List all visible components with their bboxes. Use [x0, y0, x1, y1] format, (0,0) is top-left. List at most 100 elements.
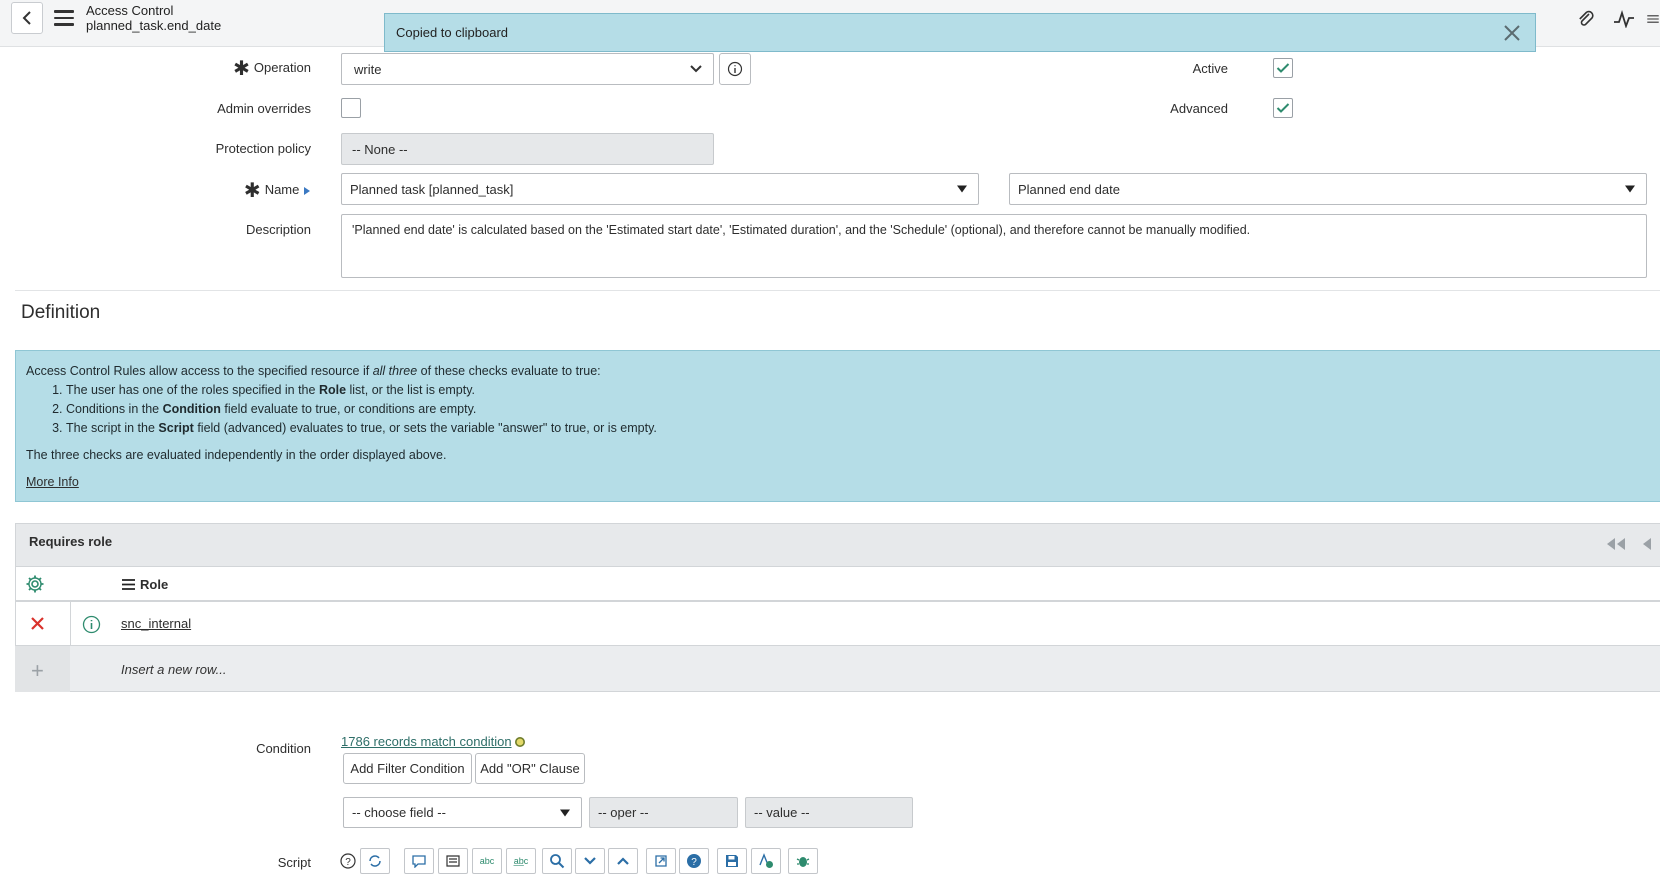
- protection-policy-label: Protection policy: [215, 141, 311, 156]
- active-label: Active: [1192, 61, 1228, 76]
- checkmark-icon: [1276, 63, 1290, 73]
- description-value: 'Planned end date' is calculated based o…: [352, 223, 1251, 237]
- advanced-checkbox[interactable]: [1273, 98, 1293, 118]
- help-circle-icon[interactable]: ?: [679, 848, 709, 874]
- save-icon[interactable]: [717, 848, 747, 874]
- fullscreen-icon[interactable]: [646, 848, 676, 874]
- oper-select: -- oper --: [589, 797, 738, 828]
- chevron-down-icon: [690, 65, 702, 73]
- role-column-header[interactable]: Role: [122, 577, 168, 592]
- cell-divider: [70, 602, 71, 646]
- first-page-icon[interactable]: [1604, 537, 1628, 554]
- choose-field-value: -- choose field --: [352, 805, 446, 820]
- info-button[interactable]: [719, 53, 751, 85]
- plus-icon[interactable]: +: [31, 658, 44, 684]
- column-menu-icon[interactable]: [122, 579, 135, 590]
- role-link[interactable]: snc_internal: [121, 616, 191, 631]
- name-label: ✱ Name: [140, 179, 311, 202]
- triangle-right-icon[interactable]: [303, 186, 311, 196]
- svg-text:?: ?: [345, 857, 351, 868]
- settings-sliders-icon[interactable]: [1646, 8, 1660, 30]
- role-value[interactable]: snc_internal: [121, 616, 191, 631]
- record-type: Access Control: [86, 3, 174, 18]
- svg-text:?: ?: [691, 857, 697, 868]
- table-row: [15, 602, 1660, 646]
- script-check-icon[interactable]: [751, 848, 781, 874]
- operation-label: ✱ Operation: [233, 57, 311, 80]
- required-icon: ✱: [233, 57, 250, 80]
- admin-overrides-checkbox[interactable]: [341, 98, 361, 118]
- requires-role-title: Requires role: [29, 534, 113, 549]
- definition-note: The three checks are evaluated independe…: [26, 448, 447, 462]
- section-divider: [15, 290, 1660, 291]
- description-label: Description: [245, 222, 311, 237]
- protection-policy-field: -- None --: [341, 133, 714, 165]
- definition-info-box: Access Control Rules allow access to the…: [15, 350, 1660, 502]
- description-textarea[interactable]: 'Planned end date' is calculated based o…: [341, 214, 1647, 278]
- definition-list: The user has one of the roles specified …: [26, 381, 1654, 438]
- info-icon: [727, 61, 743, 77]
- caret-down-icon: [1625, 185, 1635, 193]
- delete-icon[interactable]: [30, 616, 45, 634]
- chevron-down-icon[interactable]: [575, 848, 605, 874]
- role-table-header: [15, 567, 1660, 602]
- list-item: The script in the Script field (advanced…: [66, 419, 1654, 438]
- replace-all-icon[interactable]: a̲b̲c: [506, 848, 536, 874]
- condition-label: Condition: [256, 741, 311, 756]
- list-item: The user has one of the roles specified …: [66, 381, 1654, 400]
- search-icon[interactable]: [542, 848, 572, 874]
- list-item: Conditions in the Condition field evalua…: [66, 400, 1654, 419]
- add-filter-condition-button[interactable]: Add Filter Condition: [343, 753, 472, 784]
- name-table-value: Planned task [planned_task]: [350, 181, 514, 197]
- definition-intro: Access Control Rules allow access to the…: [26, 364, 601, 378]
- operation-value: write: [354, 61, 382, 77]
- toast-message: Copied to clipboard: [396, 25, 509, 40]
- activity-icon[interactable]: [1610, 8, 1638, 30]
- info-icon[interactable]: [82, 615, 101, 637]
- chevron-up-icon[interactable]: [608, 848, 638, 874]
- condition-match: 1786 records match condition: [341, 734, 526, 749]
- refresh-icon[interactable]: [514, 736, 526, 748]
- back-button[interactable]: [11, 2, 43, 34]
- help-icon[interactable]: ?: [340, 853, 356, 872]
- comment-icon[interactable]: [404, 848, 434, 874]
- gear-icon[interactable]: [25, 574, 45, 597]
- caret-down-icon: [957, 185, 967, 193]
- protection-policy-value: -- None --: [352, 141, 408, 157]
- script-label: Script: [277, 855, 311, 870]
- record-title: Access Control planned_task.end_date: [86, 3, 221, 33]
- checkmark-icon: [1276, 103, 1290, 113]
- value-input: -- value --: [745, 797, 913, 828]
- insert-row[interactable]: [15, 646, 1660, 692]
- admin-overrides-label: Admin overrides: [217, 101, 311, 116]
- name-field-select[interactable]: Planned end date: [1009, 173, 1647, 205]
- advanced-label: Advanced: [1170, 101, 1228, 116]
- prev-page-icon[interactable]: [1640, 537, 1652, 554]
- oper-value: -- oper --: [598, 805, 649, 820]
- more-info-link[interactable]: More Info: [26, 475, 79, 489]
- paperclip-icon[interactable]: [1572, 8, 1600, 30]
- requires-role-header: Requires role: [15, 523, 1660, 567]
- menu-icon[interactable]: [54, 10, 74, 26]
- format-code-icon[interactable]: [438, 848, 468, 874]
- operation-select[interactable]: write: [341, 53, 714, 85]
- insert-row-placeholder[interactable]: Insert a new row...: [121, 662, 227, 677]
- choose-field-select[interactable]: -- choose field --: [343, 797, 582, 828]
- add-or-clause-button[interactable]: Add "OR" Clause: [475, 753, 585, 784]
- debug-icon[interactable]: [788, 848, 818, 874]
- chevron-left-icon: [22, 11, 31, 25]
- name-table-select[interactable]: Planned task [planned_task]: [341, 173, 979, 205]
- replace-icon[interactable]: abc: [472, 848, 502, 874]
- records-match-link[interactable]: 1786 records match condition: [341, 734, 512, 749]
- toast-notification: Copied to clipboard: [384, 13, 1536, 52]
- name-field-value: Planned end date: [1018, 181, 1120, 197]
- required-icon: ✱: [243, 179, 261, 202]
- close-icon[interactable]: [1499, 20, 1525, 46]
- sync-icon[interactable]: [360, 848, 390, 874]
- role-column-label: Role: [140, 577, 169, 592]
- record-name: planned_task.end_date: [86, 18, 222, 33]
- caret-down-icon: [560, 809, 570, 816]
- section-title-definition: Definition: [21, 302, 101, 323]
- active-checkbox[interactable]: [1273, 58, 1293, 78]
- value-value: -- value --: [754, 805, 810, 820]
